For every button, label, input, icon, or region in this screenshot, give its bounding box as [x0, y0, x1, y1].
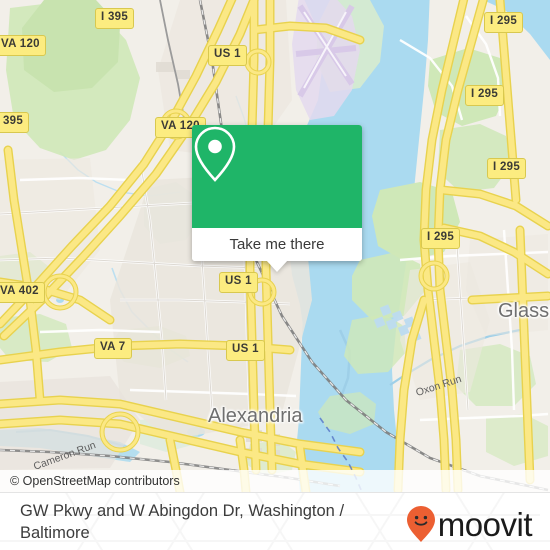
map-attribution-bar: © OpenStreetMap contributors: [0, 470, 550, 492]
map-canvas[interactable]: Alexandria Glassmanor Oxon Run Cameron R…: [0, 0, 550, 492]
popup-footer[interactable]: Take me there: [192, 228, 362, 261]
road-shield: I 395: [95, 8, 135, 29]
road-shield: I 295: [487, 158, 527, 179]
map-pin-icon: [194, 126, 236, 182]
screenshot-root: Alexandria Glassmanor Oxon Run Cameron R…: [0, 0, 550, 550]
location-popup-card[interactable]: Take me there: [192, 125, 362, 272]
road-shield: VA 120: [0, 35, 46, 56]
popup-header: [192, 125, 362, 228]
road-shield: US 1: [208, 45, 247, 66]
road-shield: VA 402: [0, 282, 45, 303]
road-shield: US 1: [226, 340, 265, 361]
moovit-wordmark: moovit: [437, 505, 533, 543]
moovit-smiley-pin-icon: [406, 506, 435, 542]
road-shield: VA 7: [94, 338, 132, 359]
moovit-logo[interactable]: moovit: [406, 505, 533, 543]
place-label-alexandria: Alexandria: [208, 405, 303, 427]
road-shield: I 295: [484, 12, 524, 33]
road-shield: US 1: [219, 272, 258, 293]
footer-location-title: GW Pkwy and W Abingdon Dr, Washington / …: [20, 501, 345, 542]
place-label-glassmanor: Glassmanor: [498, 300, 550, 322]
footer-bar: GW Pkwy and W Abingdon Dr, Washington / …: [0, 492, 550, 550]
road-shield: I 395: [0, 112, 30, 133]
osm-attribution-text[interactable]: © OpenStreetMap contributors: [0, 474, 180, 488]
road-shield: I 295: [465, 85, 505, 106]
road-shield: I 295: [421, 228, 461, 249]
popup-pointer-tail: [266, 260, 288, 272]
take-me-there-button[interactable]: Take me there: [229, 236, 324, 253]
